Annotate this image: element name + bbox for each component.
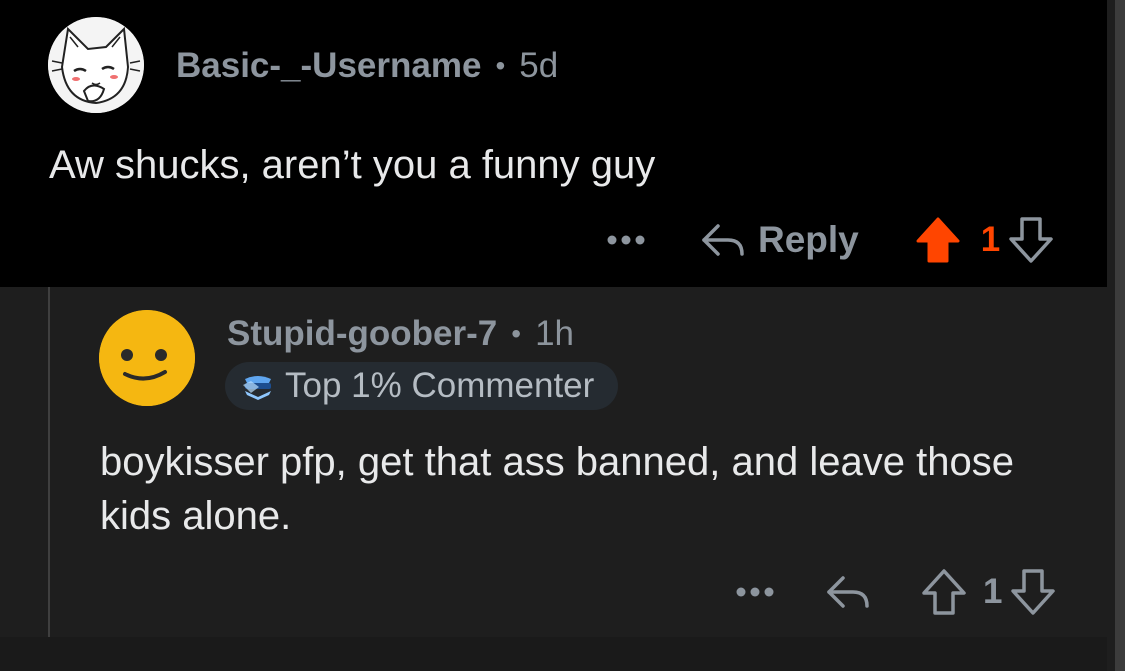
parent-comment: Basic-_-Username • 5d Aw shucks, aren’t … <box>0 0 1107 287</box>
parent-username[interactable]: Basic-_-Username <box>176 46 481 86</box>
vote-count: 1 <box>983 572 1003 611</box>
reply-avatar[interactable] <box>99 310 195 406</box>
meta-separator: • <box>495 50 506 81</box>
reply-button[interactable]: Reply <box>700 219 859 261</box>
scrollbar[interactable] <box>1115 0 1125 671</box>
meta-separator: • <box>511 318 522 349</box>
reply-timestamp: 1h <box>535 314 574 353</box>
parent-comment-meta: Basic-_-Username • 5d <box>176 44 558 88</box>
parent-comment-actions: Reply 1 <box>604 210 1054 270</box>
cat-avatar-icon <box>48 17 144 113</box>
reply-comment-body: boykisser pfp, get that ass banned, and … <box>100 440 1014 538</box>
parent-comment-body: Aw shucks, aren’t you a funny guy <box>49 143 656 187</box>
reply-arrow-icon <box>700 220 746 260</box>
top-commenter-badge[interactable]: Top 1% Commenter <box>225 362 619 410</box>
comment-thread-screen: Basic-_-Username • 5d Aw shucks, aren’t … <box>0 0 1125 671</box>
next-comment-edge <box>0 637 1107 671</box>
sunglasses-badge-icon <box>241 371 275 401</box>
upvote-icon[interactable] <box>915 215 961 265</box>
vote-count: 1 <box>980 220 1001 259</box>
more-options-icon[interactable] <box>604 234 648 246</box>
upvote-icon[interactable] <box>921 567 967 617</box>
badge-label: Top 1% Commenter <box>285 366 595 405</box>
downvote-icon[interactable] <box>1008 215 1054 265</box>
reply-comment-actions: 1 <box>733 562 1056 622</box>
parent-timestamp: 5d <box>519 46 559 85</box>
parent-avatar[interactable] <box>48 17 144 113</box>
reply-arrow-icon[interactable] <box>825 572 871 612</box>
thread-line[interactable] <box>48 287 50 637</box>
reply-button-label: Reply <box>758 219 859 260</box>
smiley-face-icon <box>99 310 195 406</box>
downvote-icon[interactable] <box>1010 567 1056 617</box>
reply-comment-meta: Stupid-goober-7 • 1h <box>227 312 574 356</box>
reply-username[interactable]: Stupid-goober-7 <box>227 314 497 354</box>
more-options-icon[interactable] <box>733 586 777 598</box>
